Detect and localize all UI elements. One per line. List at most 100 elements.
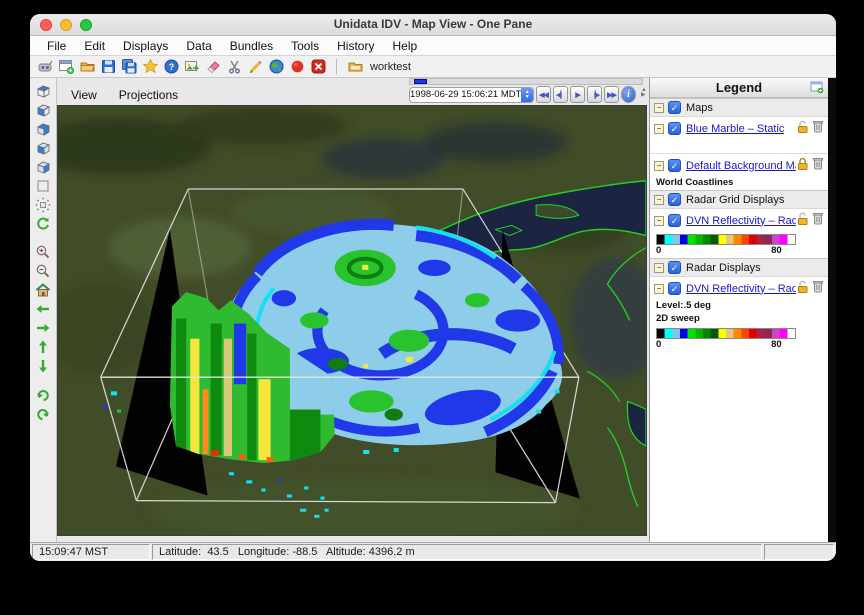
- group-label: Radar Displays: [686, 262, 761, 274]
- timeline-track[interactable]: [409, 78, 643, 85]
- rotate-view-icon[interactable]: [34, 196, 53, 214]
- export-image-icon[interactable]: [183, 58, 201, 75]
- workspace-folder-icon[interactable]: [346, 58, 364, 75]
- open-bundle-icon[interactable]: [78, 58, 96, 75]
- lock-closed-icon[interactable]: [796, 156, 809, 175]
- help-icon[interactable]: ?: [162, 58, 180, 75]
- colorbar-radar-grid[interactable]: 0 80: [650, 232, 828, 258]
- zoom-window-button[interactable]: [80, 19, 92, 31]
- globe-icon[interactable]: [267, 58, 285, 75]
- trash-icon[interactable]: [812, 211, 824, 230]
- maps-visibility-checkbox[interactable]: ✓: [668, 101, 681, 114]
- menu-projections[interactable]: Projections: [119, 88, 178, 104]
- close-window-button[interactable]: [40, 19, 52, 31]
- menu-edit[interactable]: Edit: [75, 39, 114, 53]
- menu-bundles[interactable]: Bundles: [221, 39, 282, 53]
- animation-properties-button[interactable]: i: [621, 86, 636, 103]
- cube-bottom-view-icon[interactable]: [34, 101, 53, 119]
- cube-front-view-icon[interactable]: [34, 120, 53, 138]
- zoom-in-icon[interactable]: [34, 243, 53, 261]
- cube-side-view-icon[interactable]: [34, 139, 53, 157]
- float-legend-icon[interactable]: [810, 81, 824, 99]
- trash-icon[interactable]: [812, 156, 824, 175]
- menu-history[interactable]: History: [328, 39, 383, 53]
- blue-marble-link[interactable]: Blue Marble – Static: [686, 123, 784, 135]
- view-toolbar: [30, 78, 57, 542]
- cube-top-view-icon[interactable]: [34, 82, 53, 100]
- exit-icon[interactable]: [309, 58, 327, 75]
- menu-tools[interactable]: Tools: [282, 39, 328, 53]
- colorbar-radar-sweep[interactable]: 0 80: [650, 326, 828, 352]
- splitter-collapse-icon[interactable]: ▲▶: [641, 88, 647, 98]
- menu-file[interactable]: File: [38, 39, 75, 53]
- colorbar-min: 0: [656, 245, 661, 256]
- go-to-end-button[interactable]: ▶▶: [604, 86, 619, 103]
- collapse-icon[interactable]: −: [654, 161, 664, 171]
- menu-displays[interactable]: Displays: [114, 39, 177, 53]
- title-bar[interactable]: Unidata IDV - Map View - One Pane: [30, 14, 836, 36]
- pan-left-icon[interactable]: [34, 300, 53, 318]
- pan-up-icon[interactable]: [34, 338, 53, 356]
- trash-icon[interactable]: [812, 119, 824, 138]
- lock-open-icon[interactable]: [796, 119, 809, 138]
- go-to-start-button[interactable]: ◀◀: [536, 86, 551, 103]
- toolbar-separator: [336, 59, 337, 74]
- colorbar-max: 80: [771, 245, 782, 256]
- timeline-thumb[interactable]: [414, 79, 427, 84]
- workspace-label[interactable]: worktest: [370, 61, 411, 73]
- eraser-icon[interactable]: [204, 58, 222, 75]
- colorbar-max: 80: [771, 339, 782, 350]
- radar-grid-checkbox[interactable]: ✓: [668, 193, 681, 206]
- dashboard-icon[interactable]: [36, 58, 54, 75]
- group-label: Radar Grid Displays: [686, 194, 784, 206]
- new-display-window-icon[interactable]: [57, 58, 75, 75]
- auto-rotate-icon[interactable]: [34, 215, 53, 233]
- menu-help[interactable]: Help: [383, 39, 426, 53]
- time-stepper-icon[interactable]: ▲▼: [521, 87, 533, 103]
- background-maps-sublabel: World Coastlines: [650, 177, 828, 190]
- edit-pencil-icon[interactable]: [246, 58, 264, 75]
- home-view-icon[interactable]: [34, 281, 53, 299]
- current-time-value: 1998-06-29 15:06:21 MDT: [410, 89, 521, 100]
- save-bundle-icon[interactable]: [99, 58, 117, 75]
- zoom-out-icon[interactable]: [34, 262, 53, 280]
- lock-open-icon[interactable]: [796, 279, 809, 298]
- collapse-icon[interactable]: −: [654, 284, 664, 294]
- collapse-icon[interactable]: −: [654, 195, 664, 205]
- step-forward-button[interactable]: ▕▶: [587, 86, 602, 103]
- save-as-icon[interactable]: [120, 58, 138, 75]
- dvn-grid-link[interactable]: DVN Reflectivity – Rada...: [686, 215, 796, 227]
- pan-down-icon[interactable]: [34, 357, 53, 375]
- favorites-star-icon[interactable]: [141, 58, 159, 75]
- radar-displays-checkbox[interactable]: ✓: [668, 261, 681, 274]
- group-label: Maps: [686, 102, 713, 114]
- collapse-icon[interactable]: −: [654, 263, 664, 273]
- collapse-icon[interactable]: −: [654, 103, 664, 113]
- background-maps-checkbox[interactable]: ✓: [668, 159, 681, 172]
- lock-open-icon[interactable]: [796, 211, 809, 230]
- map-3d-view[interactable]: [57, 105, 647, 536]
- time-animation-widget: 1998-06-29 15:06:21 MDT ▲▼ ◀◀ ◀▏ ▶ ▕▶ ▶▶…: [409, 78, 647, 103]
- undo-icon[interactable]: [34, 385, 53, 403]
- blue-marble-checkbox[interactable]: ✓: [668, 122, 681, 135]
- dvn-sweep-link[interactable]: DVN Reflectivity – Rada...: [686, 283, 796, 295]
- collapse-icon[interactable]: −: [654, 124, 664, 134]
- menu-data[interactable]: Data: [177, 39, 220, 53]
- dvn-sweep-checkbox[interactable]: ✓: [668, 282, 681, 295]
- trash-icon[interactable]: [812, 279, 824, 298]
- perspective-box-icon[interactable]: [34, 177, 53, 195]
- background-maps-link[interactable]: Default Background Maps: [686, 160, 796, 172]
- colorbar-min: 0: [656, 339, 661, 350]
- record-icon[interactable]: [288, 58, 306, 75]
- collapse-icon[interactable]: −: [654, 216, 664, 226]
- time-select-combo[interactable]: 1998-06-29 15:06:21 MDT ▲▼: [409, 87, 534, 103]
- dvn-grid-checkbox[interactable]: ✓: [668, 214, 681, 227]
- step-back-button[interactable]: ◀▏: [553, 86, 568, 103]
- menu-view[interactable]: View: [71, 88, 97, 104]
- cut-icon[interactable]: [225, 58, 243, 75]
- redo-icon[interactable]: [34, 404, 53, 422]
- pan-right-icon[interactable]: [34, 319, 53, 337]
- minimize-window-button[interactable]: [60, 19, 72, 31]
- play-button[interactable]: ▶: [570, 86, 585, 103]
- cube-right-view-icon[interactable]: [34, 158, 53, 176]
